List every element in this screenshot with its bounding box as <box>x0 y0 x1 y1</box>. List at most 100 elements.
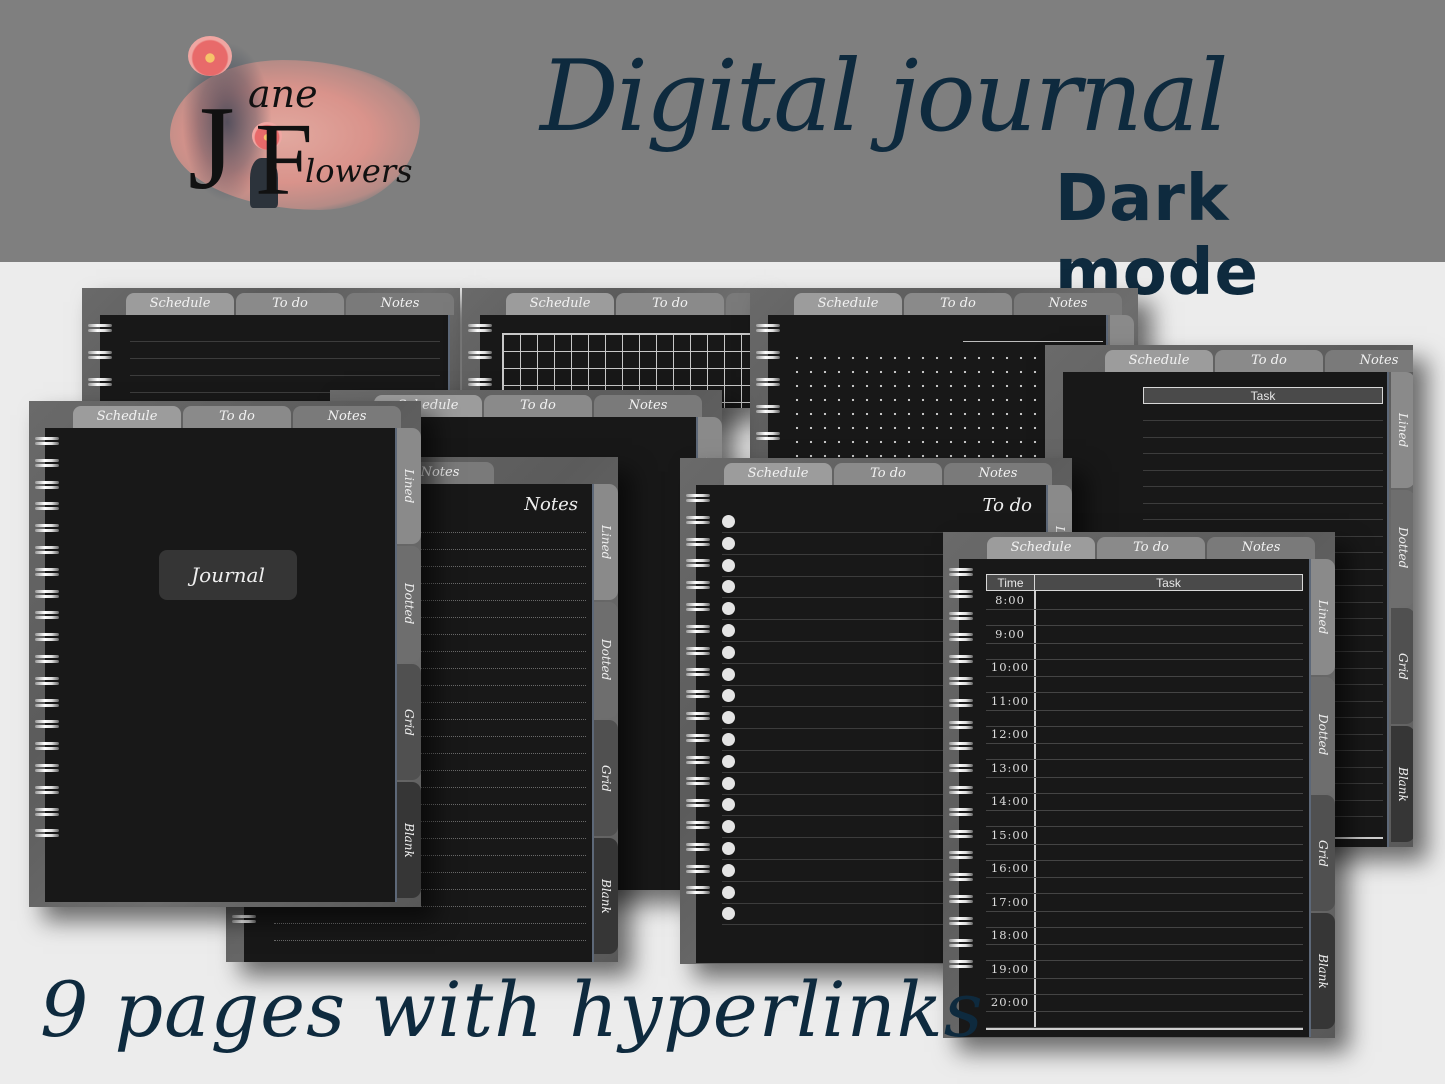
journal-page-cover: Schedule To do Notes Journal Lined Dotte… <box>29 401 421 907</box>
ruled-line <box>1143 436 1383 438</box>
tab-label: Schedule <box>96 409 158 424</box>
tab-notes[interactable]: Notes <box>1014 293 1122 315</box>
tab-dotted[interactable]: Dotted <box>594 602 618 718</box>
tab-todo[interactable]: To do <box>1097 537 1205 559</box>
tab-notes[interactable]: Notes <box>944 463 1052 485</box>
tab-dotted[interactable]: Dotted <box>1391 490 1413 606</box>
jane-flowers-logo: J F ane lowers <box>160 30 420 240</box>
ruled-line <box>130 375 440 376</box>
journal-cover-button[interactable]: Journal <box>159 550 297 600</box>
tab-notes[interactable]: Notes <box>726 293 752 315</box>
tab-schedule[interactable]: Schedule <box>794 293 902 315</box>
tab-label: Grid <box>1316 839 1330 867</box>
tab-todo[interactable]: To do <box>616 293 724 315</box>
tab-label: To do <box>1251 353 1287 368</box>
ring-icon <box>35 611 59 621</box>
tab-lined[interactable]: Lined <box>1311 559 1335 675</box>
ring-icon <box>35 807 59 818</box>
ruled-line <box>1143 420 1383 421</box>
ring-icon <box>686 668 710 678</box>
tab-label: Dotted <box>1316 714 1330 756</box>
tab-schedule[interactable]: Schedule <box>987 537 1095 559</box>
tab-todo[interactable]: To do <box>236 293 344 315</box>
tab-lined[interactable]: Lined <box>397 428 421 544</box>
tab-label: Notes <box>1048 296 1088 311</box>
ring-icon <box>686 733 710 744</box>
tab-notes[interactable]: Notes <box>1207 537 1315 559</box>
tab-todo[interactable]: To do <box>183 406 291 428</box>
tab-dotted[interactable]: Dotted <box>397 546 421 662</box>
tab-label: Notes <box>978 466 1018 481</box>
ring-icon <box>756 405 780 415</box>
ring-icon <box>35 742 59 752</box>
ring-icon <box>686 624 710 635</box>
tab-notes[interactable]: Notes <box>346 293 454 315</box>
tab-todo[interactable]: To do <box>834 463 942 485</box>
ring-icon <box>35 480 59 491</box>
tab-label: Notes <box>327 409 367 424</box>
tab-dotted[interactable]: Dotted <box>1311 677 1335 793</box>
tab-schedule[interactable]: Schedule <box>724 463 832 485</box>
tab-blank[interactable]: Blank <box>397 782 421 898</box>
schedule-line <box>986 743 1303 744</box>
footer-caption: 9 pages with hyperlinks <box>40 965 984 1054</box>
tab-schedule[interactable]: Schedule <box>73 406 181 428</box>
checkbox-circle-icon <box>722 624 735 637</box>
ring-icon <box>949 633 973 643</box>
tab-schedule[interactable]: Schedule <box>1105 350 1213 372</box>
logo-letter-j: J <box>188 81 235 214</box>
schedule-line <box>986 609 1303 610</box>
tab-grid[interactable]: Grid <box>1391 608 1413 724</box>
ring-icon <box>686 799 710 809</box>
schedule-line <box>986 709 1303 711</box>
tab-grid[interactable]: Grid <box>397 664 421 780</box>
ruled-line <box>1143 502 1383 504</box>
tab-label: Notes <box>420 465 460 480</box>
date-line <box>963 341 1103 342</box>
ruled-line <box>1143 486 1383 487</box>
ring-icon <box>35 676 59 687</box>
schedule-line <box>986 1011 1303 1012</box>
spiral-binding <box>949 568 973 982</box>
task-header: Task <box>1143 387 1383 404</box>
tab-label: Dotted <box>402 583 416 625</box>
ring-icon <box>949 807 973 818</box>
ring-icon <box>686 886 710 896</box>
time-slot-label: 14:00 <box>990 794 1030 808</box>
tab-schedule[interactable]: Schedule <box>126 293 234 315</box>
tab-notes[interactable]: Notes <box>594 395 702 417</box>
tab-blank[interactable]: Blank <box>594 838 618 954</box>
tab-blank[interactable]: Blank <box>1311 913 1335 1029</box>
tab-label: Notes <box>628 398 668 413</box>
tab-lined[interactable]: Lined <box>594 484 618 600</box>
checkbox-circle-icon <box>722 776 735 790</box>
tab-lined[interactable]: Lined <box>1391 372 1413 488</box>
tab-notes[interactable]: Notes <box>293 406 401 428</box>
tab-grid[interactable]: Grid <box>594 720 618 836</box>
ring-icon <box>949 676 973 687</box>
tab-grid[interactable]: Grid <box>1311 795 1335 911</box>
tab-notes[interactable]: Notes <box>1325 350 1413 372</box>
top-tabs: Schedule To do Notes <box>73 406 401 428</box>
top-tabs: Schedule To do Notes <box>794 293 1122 315</box>
schedule-line <box>986 776 1303 778</box>
ring-icon <box>686 864 710 875</box>
tab-label: To do <box>272 296 308 311</box>
tab-todo[interactable]: To do <box>904 293 1012 315</box>
tab-label: Grid <box>599 764 613 792</box>
spiral-binding <box>88 324 112 388</box>
ring-icon <box>468 351 492 361</box>
dotted-line <box>274 940 586 941</box>
tab-blank[interactable]: Blank <box>1391 726 1413 842</box>
tab-todo[interactable]: To do <box>484 395 592 417</box>
tab-label: Schedule <box>149 296 211 311</box>
tab-schedule[interactable]: Schedule <box>506 293 614 315</box>
ring-icon <box>35 763 59 774</box>
ring-icon <box>232 915 256 925</box>
header-banner: J F ane lowers Digital journal Dark mode <box>0 0 1445 310</box>
tab-label: Blank <box>599 878 613 914</box>
side-tabs: Lined Dotted Grid Blank <box>397 428 421 898</box>
tab-todo[interactable]: To do <box>1215 350 1323 372</box>
time-slot-label: 10:00 <box>990 660 1030 674</box>
tab-label: Lined <box>402 468 416 504</box>
